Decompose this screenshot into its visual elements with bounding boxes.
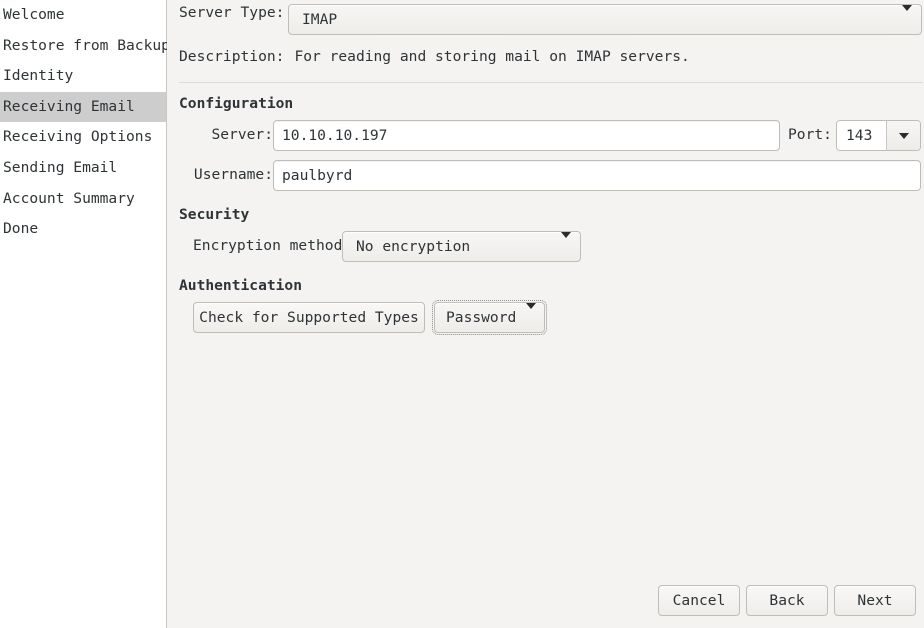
sidebar-item-label: Sending Email <box>3 159 117 176</box>
port-label: Port: <box>788 126 832 143</box>
description-label: Description: <box>179 48 284 65</box>
cancel-button-label: Cancel <box>673 592 726 609</box>
sidebar-item-label: Receiving Options <box>3 128 152 145</box>
description-text: For reading and storing mail on IMAP ser… <box>294 48 689 65</box>
account-wizard-window: Welcome Restore from Backup Identity Rec… <box>0 0 924 628</box>
wizard-step-sidebar: Welcome Restore from Backup Identity Rec… <box>0 0 167 628</box>
authentication-heading: Authentication <box>179 277 302 294</box>
server-input-value: 10.10.10.197 <box>282 127 387 144</box>
sidebar-item-done[interactable]: Done <box>0 214 166 245</box>
check-supported-types-button[interactable]: Check for Supported Types <box>193 302 425 333</box>
back-button[interactable]: Back <box>746 585 828 616</box>
server-input[interactable]: 10.10.10.197 <box>273 120 780 151</box>
username-label: Username: <box>194 166 273 183</box>
sidebar-item-label: Welcome <box>3 6 65 23</box>
sidebar-item-label: Account Summary <box>3 190 135 207</box>
auth-method-dropdown[interactable]: Password <box>434 302 545 333</box>
sidebar-item-label: Done <box>3 220 38 237</box>
encryption-label-wrap: Encryption method: <box>193 237 351 254</box>
chevron-down-icon <box>561 238 571 255</box>
server-type-label: Server Type: <box>179 4 284 21</box>
port-input-value[interactable]: 143 <box>837 121 886 150</box>
section-divider <box>179 82 923 83</box>
wizard-main-panel: Server Type: IMAP Description: For readi… <box>167 0 924 628</box>
username-input[interactable]: paulbyrd <box>273 160 921 191</box>
server-type-row: Server Type: <box>179 4 284 21</box>
server-type-dropdown[interactable]: IMAP <box>288 4 922 35</box>
auth-method-value: Password <box>446 309 516 326</box>
chevron-down-icon <box>902 11 912 28</box>
server-label-wrap: Server: <box>211 126 273 143</box>
encryption-method-value: No encryption <box>356 238 470 255</box>
server-label: Server: <box>211 126 273 143</box>
check-supported-types-label: Check for Supported Types <box>199 309 419 326</box>
chevron-down-icon[interactable] <box>886 121 920 150</box>
sidebar-item-account-summary[interactable]: Account Summary <box>0 184 166 215</box>
sidebar-item-identity[interactable]: Identity <box>0 61 166 92</box>
next-button-label: Next <box>857 592 892 609</box>
cancel-button[interactable]: Cancel <box>658 585 740 616</box>
configuration-heading: Configuration <box>179 95 293 112</box>
chevron-down-icon <box>526 309 536 326</box>
sidebar-item-welcome[interactable]: Welcome <box>0 0 166 31</box>
sidebar-item-label: Restore from Backup <box>3 37 170 54</box>
sidebar-item-receiving-options[interactable]: Receiving Options <box>0 122 166 153</box>
sidebar-item-restore-from-backup[interactable]: Restore from Backup <box>0 31 166 62</box>
username-input-value: paulbyrd <box>282 167 352 184</box>
encryption-method-label: Encryption method: <box>193 237 351 254</box>
port-spinner[interactable]: 143 <box>836 120 921 151</box>
server-type-value: IMAP <box>302 11 337 28</box>
sidebar-item-label: Identity <box>3 67 73 84</box>
back-button-label: Back <box>769 592 804 609</box>
sidebar-item-sending-email[interactable]: Sending Email <box>0 153 166 184</box>
username-label-wrap: Username: <box>193 166 273 183</box>
port-label-wrap: Port: <box>788 126 832 143</box>
sidebar-item-receiving-email[interactable]: Receiving Email <box>0 92 166 123</box>
description-row: Description: For reading and storing mai… <box>179 48 690 65</box>
sidebar-item-label: Receiving Email <box>3 98 135 115</box>
security-heading: Security <box>179 206 249 223</box>
encryption-method-dropdown[interactable]: No encryption <box>342 231 581 262</box>
next-button[interactable]: Next <box>834 585 916 616</box>
